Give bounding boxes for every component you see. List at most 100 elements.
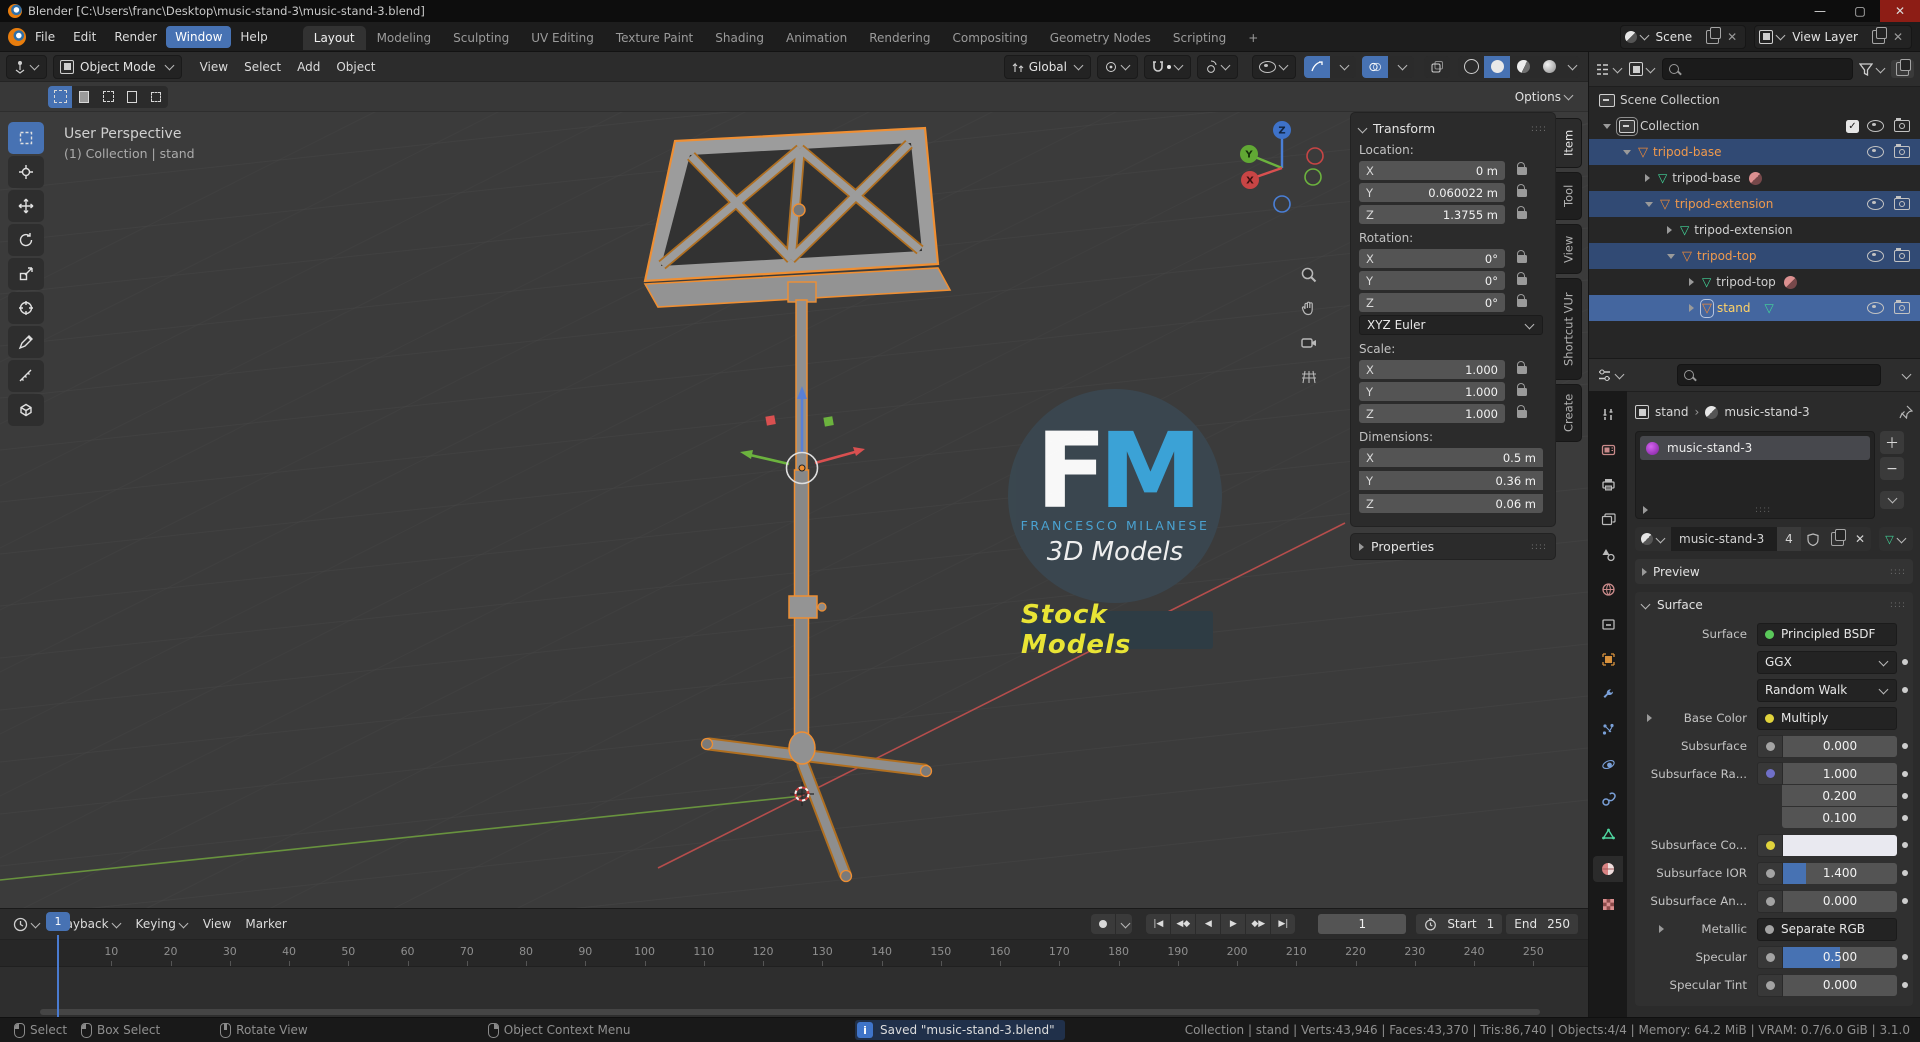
- menu-file[interactable]: File: [26, 26, 64, 48]
- subsurface-anisotropy-field[interactable]: 0.000: [1783, 890, 1897, 912]
- tab-render[interactable]: [1593, 436, 1623, 462]
- dimensions-x-field[interactable]: X 0.5 m: [1359, 448, 1543, 467]
- tab-animation[interactable]: Animation: [775, 26, 858, 50]
- hide-viewport-icon[interactable]: [1867, 302, 1884, 314]
- gizmo-plane-x[interactable]: [765, 415, 776, 426]
- outliner-row-collection[interactable]: Collection ✓: [1589, 113, 1920, 139]
- lock-icon[interactable]: [1517, 249, 1527, 263]
- rotation-mode-dropdown[interactable]: XYZ Euler: [1359, 315, 1543, 335]
- dimensions-z-field[interactable]: Z 0.06 m: [1359, 494, 1543, 513]
- sidebar-tab-shortcut-vur[interactable]: Shortcut VUr: [1556, 278, 1582, 380]
- keying-dropdown[interactable]: [1116, 914, 1133, 934]
- hide-viewport-icon[interactable]: [1867, 120, 1884, 132]
- socket-chip[interactable]: [1757, 889, 1783, 913]
- gizmo-x-arrow[interactable]: [853, 447, 865, 456]
- select-mode-extend-button[interactable]: [72, 85, 96, 108]
- menu-render[interactable]: Render: [105, 26, 166, 48]
- current-frame-field[interactable]: 1: [1318, 914, 1407, 934]
- breadcrumb-data[interactable]: music-stand-3: [1724, 405, 1809, 419]
- keyframe-dot[interactable]: [1902, 687, 1908, 693]
- remove-slot-button[interactable]: −: [1880, 457, 1904, 480]
- rotation-z-field[interactable]: Z 0°: [1359, 293, 1505, 312]
- tab-material[interactable]: [1593, 856, 1623, 882]
- add-workspace-button[interactable]: +: [1237, 26, 1269, 50]
- pin-icon[interactable]: [1899, 405, 1913, 419]
- keyframe-dot[interactable]: [1902, 792, 1908, 799]
- disable-render-icon[interactable]: [1894, 143, 1910, 158]
- outliner-display-mode-dropdown[interactable]: [1595, 62, 1623, 77]
- keyframe-dot[interactable]: [1902, 659, 1908, 665]
- tool-move[interactable]: [8, 190, 44, 222]
- close-button[interactable]: ✕: [1880, 0, 1920, 22]
- timeline-editor-type-button[interactable]: [6, 912, 48, 936]
- panel-drag-grip[interactable]: ::::: [1531, 124, 1547, 134]
- menu-add[interactable]: Add: [289, 56, 328, 78]
- tool-measure[interactable]: [8, 360, 44, 392]
- zoom-icon[interactable]: [1296, 262, 1322, 288]
- next-keyframe-button[interactable]: ◆▶: [1246, 914, 1271, 934]
- toggle-grid-icon[interactable]: [1296, 364, 1322, 390]
- keyframe-dot[interactable]: [1902, 898, 1908, 904]
- lock-icon[interactable]: [1517, 271, 1527, 285]
- sidebar-tab-create[interactable]: Create: [1556, 384, 1582, 442]
- specular-field[interactable]: 0.500: [1783, 946, 1897, 968]
- subsurface-field[interactable]: 0.000: [1783, 735, 1897, 757]
- mode-dropdown[interactable]: Object Mode: [53, 54, 182, 79]
- tab-layout[interactable]: Layout: [302, 25, 366, 50]
- frame-start-field[interactable]: Start 1: [1416, 914, 1503, 934]
- outliner-row-tripod-base-object[interactable]: ▽ tripod-base: [1589, 139, 1920, 165]
- menu-help[interactable]: Help: [231, 26, 276, 48]
- socket-chip[interactable]: [1757, 833, 1783, 857]
- lock-icon[interactable]: [1517, 161, 1527, 175]
- outliner-row-scene-collection[interactable]: Scene Collection: [1589, 87, 1920, 113]
- material-users-button[interactable]: 4: [1777, 527, 1801, 551]
- keyframe-dot[interactable]: [1902, 743, 1908, 749]
- tab-object[interactable]: [1593, 646, 1623, 672]
- breadcrumb-object[interactable]: stand: [1655, 405, 1689, 419]
- show-gizmo-toggle[interactable]: [1304, 55, 1330, 78]
- nav-x-neg-ball[interactable]: [1306, 147, 1324, 165]
- tab-compositing[interactable]: Compositing: [941, 26, 1038, 50]
- options-dropdown[interactable]: Options: [1515, 90, 1574, 104]
- shading-dropdown[interactable]: [1562, 55, 1580, 78]
- hide-viewport-icon[interactable]: [1867, 250, 1884, 262]
- play-button[interactable]: ▶: [1221, 914, 1246, 934]
- tab-view-layer[interactable]: [1593, 506, 1623, 532]
- jump-to-start-button[interactable]: |◀: [1146, 914, 1171, 934]
- shading-solid-button[interactable]: [1484, 55, 1510, 78]
- radius-x-field[interactable]: 1.000: [1783, 763, 1897, 784]
- base-color-button[interactable]: Multiply: [1757, 706, 1897, 730]
- rotation-x-field[interactable]: X 0°: [1359, 249, 1505, 268]
- subsurface-ior-field[interactable]: 1.400: [1783, 862, 1897, 884]
- tool-scale[interactable]: [8, 258, 44, 290]
- subsurface-color-swatch[interactable]: [1783, 834, 1897, 856]
- timeline-scrollbar[interactable]: [40, 1009, 1540, 1015]
- transform-panel-header[interactable]: Transform ::::: [1357, 121, 1547, 136]
- disable-render-icon[interactable]: [1894, 299, 1910, 314]
- tab-texture-paint[interactable]: Texture Paint: [605, 26, 704, 50]
- shading-material-button[interactable]: [1510, 55, 1536, 78]
- outliner-row-tripod-top-mesh[interactable]: ▽ tripod-top: [1589, 269, 1920, 295]
- new-view-layer-icon[interactable]: [1871, 26, 1887, 44]
- slot-list-grip[interactable]: ::::: [1755, 505, 1771, 515]
- tab-world[interactable]: [1593, 576, 1623, 602]
- tab-texture[interactable]: [1593, 891, 1623, 917]
- browse-material-dropdown[interactable]: [1635, 527, 1671, 551]
- auto-keying-toggle[interactable]: [1091, 914, 1116, 934]
- radius-z-field[interactable]: 0.100: [1782, 807, 1897, 828]
- tab-object-data[interactable]: [1593, 821, 1623, 847]
- keyframe-dot[interactable]: [1902, 814, 1908, 821]
- socket-chip[interactable]: [1757, 945, 1783, 969]
- outliner-row-tripod-top-object[interactable]: ▽ tripod-top: [1589, 243, 1920, 269]
- play-reverse-button[interactable]: ◀: [1196, 914, 1221, 934]
- rotation-y-field[interactable]: Y 0°: [1359, 271, 1505, 290]
- slot-list-expand[interactable]: [1643, 506, 1648, 514]
- sidebar-tab-tool[interactable]: Tool: [1556, 172, 1582, 220]
- tab-modeling[interactable]: Modeling: [366, 26, 443, 50]
- outliner-row-tripod-extension-mesh[interactable]: ▽ tripod-extension: [1589, 217, 1920, 243]
- tool-add-cube[interactable]: [8, 394, 44, 426]
- keyframe-dot[interactable]: [1902, 870, 1908, 876]
- playhead-frame-badge[interactable]: 1: [46, 912, 70, 931]
- tab-scene[interactable]: [1593, 541, 1623, 567]
- select-mode-invert-button[interactable]: [120, 85, 144, 108]
